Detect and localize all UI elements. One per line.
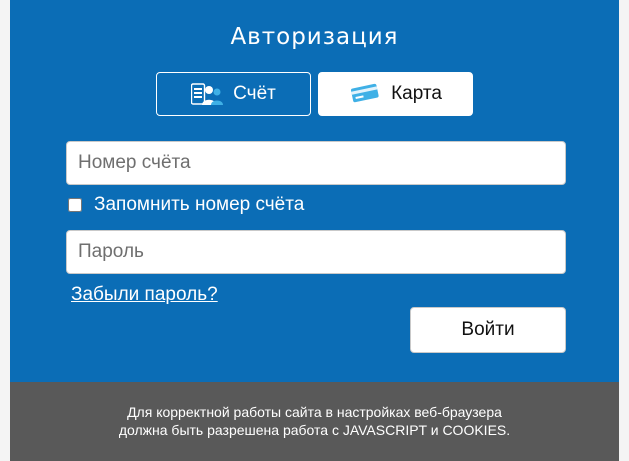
auth-panel: Авторизация Счёт Карта Номер счёта Запом…	[10, 0, 619, 382]
remember-checkbox[interactable]	[68, 198, 82, 212]
auth-widget: Авторизация Счёт Карта Номер счёта Запом…	[10, 0, 619, 461]
tab-card[interactable]: Карта	[318, 72, 473, 116]
account-users-icon	[190, 81, 224, 107]
browser-notice: Для корректной работы сайта в настройках…	[10, 382, 619, 461]
card-icon	[349, 83, 381, 105]
tab-account[interactable]: Счёт	[156, 72, 311, 116]
login-button[interactable]: Войти	[410, 307, 566, 353]
tab-card-label: Карта	[391, 83, 442, 104]
account-number-input[interactable]	[66, 141, 566, 185]
remember-account: Запомнить номер счёта	[68, 194, 304, 216]
forgot-password-link[interactable]: Забыли пароль?	[71, 284, 218, 306]
browser-notice-line2: должна быть разрешена работа с JAVASCRIP…	[118, 422, 511, 438]
browser-notice-line1: Для корректной работы сайта в настройках…	[127, 404, 502, 420]
password-input[interactable]	[66, 230, 566, 274]
tab-account-label: Счёт	[233, 83, 276, 104]
remember-label[interactable]: Запомнить номер счёта	[94, 194, 304, 216]
auth-title: Авторизация	[230, 24, 399, 50]
